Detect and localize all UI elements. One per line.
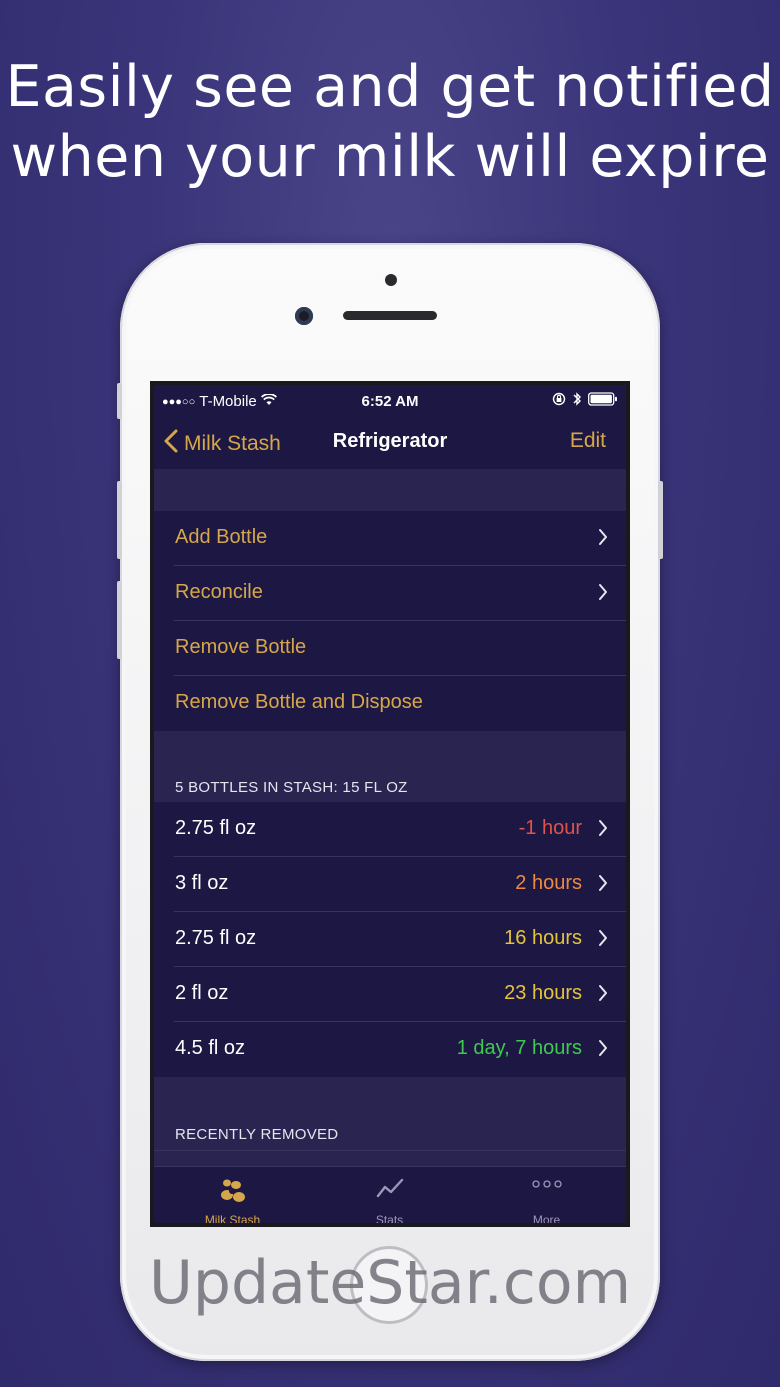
add-bottle-row[interactable]: Add Bottle (154, 511, 626, 566)
remove-bottle-row[interactable]: Remove Bottle (154, 621, 626, 676)
bottle-row[interactable]: 4.5 fl oz 1 day, 7 hours (154, 1022, 626, 1077)
more-icon (531, 1177, 563, 1205)
add-bottle-label: Add Bottle (175, 526, 268, 548)
recently-removed-divider (154, 1150, 626, 1151)
bottle-amount: 2 fl oz (175, 982, 229, 1004)
chevron-right-icon (598, 583, 608, 606)
bottle-amount: 4.5 fl oz (175, 1037, 246, 1059)
reconcile-row[interactable]: Reconcile (154, 566, 626, 621)
bottle-row[interactable]: 2 fl oz 23 hours (154, 967, 626, 1022)
mute-switch (117, 383, 122, 419)
navigation-bar: Milk Stash Refrigerator Edit (154, 415, 626, 469)
tab-stats[interactable]: Stats (311, 1167, 468, 1227)
rotation-lock-icon (552, 392, 566, 410)
bluetooth-icon (572, 391, 582, 411)
bottle-expiry: 2 hours (515, 872, 582, 894)
status-right (552, 391, 618, 411)
chevron-right-icon (598, 984, 608, 1007)
promo-headline-line-1: Easily see and get notified (5, 54, 775, 120)
page-title: Refrigerator (332, 430, 448, 452)
remove-bottle-dispose-label: Remove Bottle and Dispose (175, 691, 423, 713)
chevron-right-icon (598, 929, 608, 952)
chevron-right-icon (598, 528, 608, 551)
power-button (658, 481, 663, 559)
tab-more-label: More (532, 1213, 561, 1227)
chevron-right-icon (598, 874, 608, 897)
bottle-expiry: 1 day, 7 hours (456, 1037, 582, 1059)
tab-milk-stash-label: Milk Stash (204, 1213, 261, 1227)
stash-section-header: 5 BOTTLES IN STASH: 15 FL OZ (175, 779, 408, 796)
bottle-expiry: 16 hours (504, 927, 582, 949)
section-spacer (154, 469, 626, 511)
milk-stash-icon (218, 1177, 248, 1205)
proximity-sensor (385, 274, 397, 286)
stats-icon (376, 1177, 404, 1205)
remove-bottle-label: Remove Bottle (175, 636, 307, 658)
bottle-amount: 3 fl oz (175, 872, 229, 894)
earpiece-speaker (343, 311, 437, 320)
volume-down-button (117, 581, 122, 659)
reconcile-label: Reconcile (175, 581, 263, 603)
tab-bar: Milk Stash Stats More (154, 1166, 626, 1227)
battery-icon (588, 392, 618, 410)
bottle-expiry: 23 hours (504, 982, 582, 1004)
bottle-row[interactable]: 2.75 fl oz 16 hours (154, 912, 626, 967)
tab-stats-label: Stats (375, 1213, 404, 1227)
phone-screen: ●●●○○ T-Mobile 6:52 AM Milk Stash Refrig… (150, 381, 630, 1227)
status-bar: ●●●○○ T-Mobile 6:52 AM (154, 385, 626, 415)
promo-headline-line-2: when your milk will expire (10, 124, 770, 190)
bottle-amount: 2.75 fl oz (175, 927, 257, 949)
chevron-right-icon (598, 819, 608, 842)
bottle-amount: 2.75 fl oz (175, 817, 257, 839)
watermark-text: UpdateStar.com (148, 1248, 632, 1318)
bottle-row[interactable]: 3 fl oz 2 hours (154, 857, 626, 912)
edit-button[interactable]: Edit (570, 429, 606, 453)
volume-up-button (117, 481, 122, 559)
remove-bottle-dispose-row[interactable]: Remove Bottle and Dispose (154, 676, 626, 731)
tab-milk-stash[interactable]: Milk Stash (154, 1167, 311, 1227)
front-camera (295, 307, 313, 325)
bottle-expiry: -1 hour (518, 817, 582, 839)
recently-removed-header: RECENTLY REMOVED (175, 1126, 339, 1143)
chevron-right-icon (598, 1039, 608, 1062)
tab-more[interactable]: More (468, 1167, 625, 1227)
promo-headline: Easily see and get notified when your mi… (0, 52, 780, 192)
bottle-row[interactable]: 2.75 fl oz -1 hour (154, 802, 626, 857)
